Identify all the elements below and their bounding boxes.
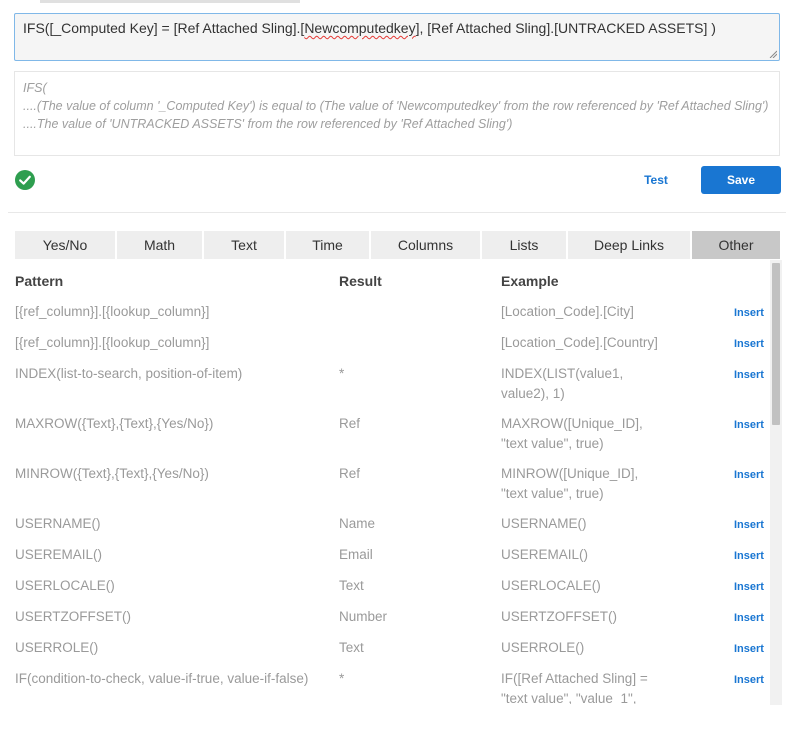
tab-deep-links[interactable]: Deep Links bbox=[568, 231, 690, 259]
insert-link[interactable]: Insert bbox=[734, 671, 764, 689]
table-scrollbar[interactable] bbox=[770, 260, 782, 705]
insert-link[interactable]: Insert bbox=[734, 640, 764, 658]
column-header-pattern: Pattern bbox=[15, 273, 64, 289]
cell-example: [Location_Code].[City] bbox=[501, 304, 634, 319]
cell-result: * bbox=[339, 366, 345, 381]
check-circle-icon bbox=[15, 170, 35, 190]
insert-link[interactable]: Insert bbox=[734, 609, 764, 627]
cell-result: Ref bbox=[339, 416, 361, 431]
cell-example: USERROLE() bbox=[501, 640, 585, 655]
tab-lists[interactable]: Lists bbox=[482, 231, 566, 259]
cell-result: Text bbox=[339, 640, 364, 655]
column-header-example: Example bbox=[501, 273, 559, 289]
cell-pattern: MAXROW({Text},{Text},{Yes/No}) bbox=[15, 416, 214, 431]
cell-example: USEREMAIL() bbox=[501, 547, 589, 562]
expression-text-after: ], [Ref Attached Sling].[UNTRACKED ASSET… bbox=[415, 20, 716, 36]
test-button[interactable]: Test bbox=[630, 167, 682, 193]
cell-example: MINROW([Unique_ID], "text value", true) bbox=[501, 466, 639, 501]
expression-preview: IFS( ....(The value of column '_Computed… bbox=[14, 71, 780, 156]
tab-columns[interactable]: Columns bbox=[371, 231, 480, 259]
expression-text-misspelled: Newcomputedkey bbox=[304, 20, 416, 36]
cell-result: Number bbox=[339, 609, 388, 624]
cell-result: * bbox=[339, 671, 345, 686]
expression-input[interactable]: IFS([_Computed Key] = [Ref Attached Slin… bbox=[14, 13, 780, 61]
tab-text[interactable]: Text bbox=[204, 231, 284, 259]
cell-pattern: MINROW({Text},{Text},{Yes/No}) bbox=[15, 466, 209, 481]
insert-link[interactable]: Insert bbox=[734, 366, 764, 384]
insert-link[interactable]: Insert bbox=[734, 416, 764, 434]
column-header-result: Result bbox=[339, 273, 382, 289]
tab-time[interactable]: Time bbox=[286, 231, 369, 259]
cell-pattern: USERNAME() bbox=[15, 516, 101, 531]
cell-example: USERNAME() bbox=[501, 516, 587, 531]
cell-result: Ref bbox=[339, 466, 361, 481]
resize-grip-icon[interactable] bbox=[769, 50, 777, 58]
cell-result: Name bbox=[339, 516, 376, 531]
insert-link[interactable]: Insert bbox=[734, 304, 764, 322]
cell-pattern: [{ref_column}].[{lookup_column}] bbox=[15, 335, 210, 350]
functions-table: [{ref_column}].[{lookup_column}] [Locati… bbox=[0, 300, 770, 704]
tab-other[interactable]: Other bbox=[692, 231, 780, 259]
cell-example: INDEX(LIST(value1, value2), 1) bbox=[501, 366, 624, 401]
preview-line: IFS( bbox=[23, 81, 47, 95]
tab-math[interactable]: Math bbox=[117, 231, 202, 259]
save-button[interactable]: Save bbox=[701, 166, 781, 194]
cell-result: Text bbox=[339, 578, 364, 593]
cell-pattern: USERTZOFFSET() bbox=[15, 609, 131, 624]
preview-line: ....(The value of column '_Computed Key'… bbox=[23, 99, 769, 113]
cell-example: [Location_Code].[Country] bbox=[501, 335, 658, 350]
cell-pattern: USERROLE() bbox=[15, 640, 99, 655]
cell-pattern: USERLOCALE() bbox=[15, 578, 115, 593]
insert-link[interactable]: Insert bbox=[734, 547, 764, 565]
cell-example: IF([Ref Attached Sling] = "text value", … bbox=[501, 671, 648, 704]
cell-pattern: [{ref_column}].[{lookup_column}] bbox=[15, 304, 210, 319]
cell-example: USERTZOFFSET() bbox=[501, 609, 617, 624]
function-category-tabs: Yes/No Math Text Time Columns Lists Deep… bbox=[15, 231, 780, 259]
insert-link[interactable]: Insert bbox=[734, 466, 764, 484]
cell-example: MAXROW([Unique_ID], "text value", true) bbox=[501, 416, 643, 451]
cell-result: Email bbox=[339, 547, 373, 562]
cell-pattern: INDEX(list-to-search, position-of-item) bbox=[15, 366, 243, 381]
insert-link[interactable]: Insert bbox=[734, 516, 764, 534]
tab-yes-no[interactable]: Yes/No bbox=[15, 231, 115, 259]
insert-link[interactable]: Insert bbox=[734, 578, 764, 596]
cell-pattern: USEREMAIL() bbox=[15, 547, 103, 562]
cell-pattern: IF(condition-to-check, value-if-true, va… bbox=[15, 671, 309, 686]
divider bbox=[8, 212, 786, 213]
top-strip bbox=[40, 0, 300, 3]
scrollbar-thumb[interactable] bbox=[772, 263, 780, 425]
insert-link[interactable]: Insert bbox=[734, 335, 764, 353]
expression-text-before: IFS([_Computed Key] = [Ref Attached Slin… bbox=[23, 20, 305, 36]
preview-line: ....The value of 'UNTRACKED ASSETS' from… bbox=[23, 117, 513, 131]
cell-example: USERLOCALE() bbox=[501, 578, 601, 593]
